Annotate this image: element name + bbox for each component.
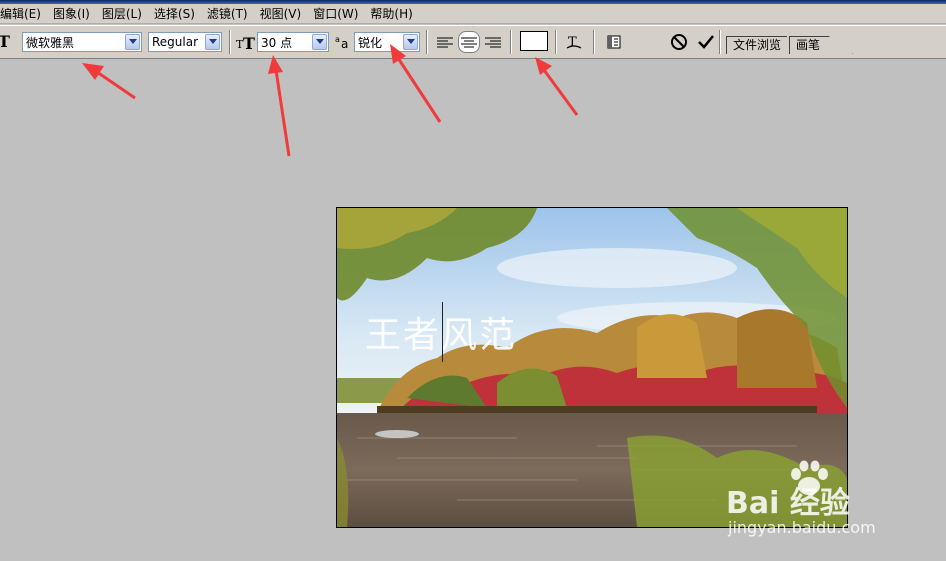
menu-help[interactable]: 帮助(H)	[370, 5, 418, 22]
svg-text:T: T	[568, 35, 577, 50]
arrow-to-font-size	[268, 55, 291, 157]
anti-alias-value: 锐化	[358, 35, 383, 50]
anti-alias-icon: aa	[335, 33, 353, 51]
separator	[593, 30, 595, 54]
commit-checkmark-icon[interactable]	[695, 31, 717, 53]
watermark-url: jingyan.baidu.com	[728, 518, 876, 537]
chevron-down-icon[interactable]	[125, 34, 140, 50]
svg-text:a: a	[335, 35, 340, 44]
text-color-swatch[interactable]	[520, 31, 548, 51]
text-insertion-cursor	[442, 302, 443, 362]
watermark-logo-text: Bai 经验	[726, 486, 850, 521]
font-family-select[interactable]: 微软雅黑	[22, 32, 142, 52]
menu-filter[interactable]: 滤镜(T)	[207, 5, 254, 22]
text-tool-icon[interactable]: T	[0, 32, 10, 51]
align-left-icon[interactable]	[434, 31, 456, 53]
font-style-value: Regular	[152, 35, 199, 49]
tab-file-browser[interactable]: 文件浏览	[726, 36, 788, 54]
arrow-to-color-swatch	[535, 57, 579, 116]
align-right-icon[interactable]	[482, 31, 504, 53]
svg-text:a: a	[341, 37, 348, 51]
separator	[719, 30, 721, 54]
tab-brushes[interactable]: 画笔	[789, 36, 854, 54]
separator	[426, 30, 428, 54]
font-family-value: 微软雅黑	[26, 35, 75, 50]
menu-select[interactable]: 选择(S)	[154, 5, 201, 22]
anti-alias-select[interactable]: 锐化	[354, 32, 420, 52]
menu-bar: 编辑(E) 图象(I) 图层(L) 选择(S) 滤镜(T) 视图(V) 窗口(W…	[0, 4, 946, 24]
arrow-to-font-family	[82, 63, 136, 100]
separator	[229, 30, 231, 54]
chevron-down-icon[interactable]	[403, 34, 418, 50]
separator	[510, 30, 512, 54]
font-size-value: 30 点	[261, 35, 293, 50]
align-center-icon[interactable]	[458, 31, 480, 53]
chevron-down-icon[interactable]	[205, 34, 220, 50]
options-bar: T 微软雅黑 Regular TT 30 点 aa 锐化 T 文件浏览 画笔	[0, 25, 946, 59]
baidu-jingyan-watermark: Bai 经验 jingyan.baidu.com	[718, 458, 918, 548]
font-style-select[interactable]: Regular	[148, 32, 222, 52]
menu-edit[interactable]: 编辑(E)	[0, 5, 47, 22]
typed-text-layer[interactable]: 王者风范	[365, 306, 517, 358]
cancel-icon[interactable]	[668, 31, 690, 53]
menu-view[interactable]: 视图(V)	[260, 5, 308, 22]
chevron-down-icon[interactable]	[312, 34, 327, 50]
menu-image[interactable]: 图象(I)	[53, 5, 96, 22]
warp-text-icon[interactable]: T	[563, 31, 585, 53]
menu-layer[interactable]: 图层(L)	[102, 5, 148, 22]
separator	[555, 30, 557, 54]
svg-text:T: T	[243, 34, 255, 51]
palettes-icon[interactable]	[603, 31, 625, 53]
font-size-icon: TT	[236, 33, 256, 53]
font-size-select[interactable]: 30 点	[257, 32, 329, 52]
menu-window[interactable]: 窗口(W)	[313, 5, 364, 22]
